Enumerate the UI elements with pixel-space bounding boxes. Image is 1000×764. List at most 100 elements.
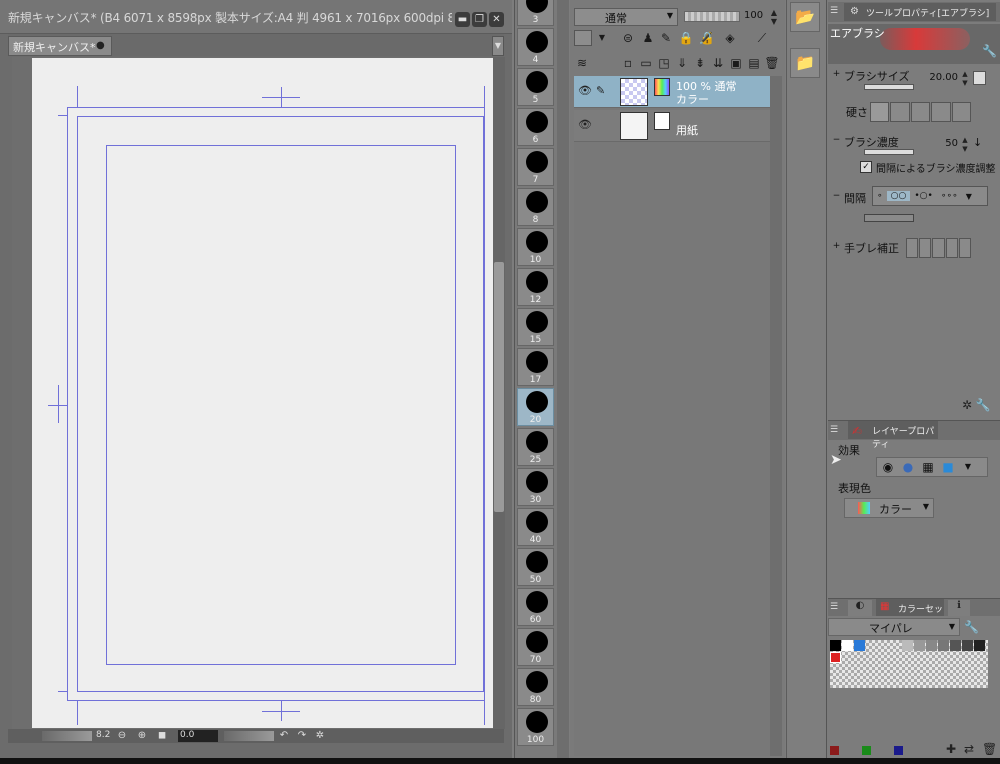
maximize-button[interactable]: ❐ xyxy=(472,12,487,27)
layer-row-color[interactable]: 👁 ✎ 100 % 通常 カラー xyxy=(574,76,770,108)
spacing-option-normal[interactable]: ○○ xyxy=(886,191,911,201)
brush-size-scrollbar[interactable] xyxy=(557,0,569,764)
brush-size-5[interactable]: 5 xyxy=(517,68,554,106)
eye-icon[interactable]: 👁 xyxy=(578,118,592,132)
delete-color-icon[interactable]: 🗑 xyxy=(982,742,997,756)
screen-tone-icon[interactable]: ▦ xyxy=(921,460,935,474)
swatch-black[interactable] xyxy=(830,640,841,651)
spacing-option-wide[interactable]: •○• xyxy=(910,191,936,201)
rotation-value[interactable]: 0.0 xyxy=(178,730,218,742)
swatch-white[interactable] xyxy=(842,640,853,651)
opacity-slider[interactable] xyxy=(684,11,740,22)
wrench-icon[interactable]: 🔧 xyxy=(976,398,991,412)
canvas-scroll-thumb[interactable] xyxy=(494,262,504,512)
tab-tool-property[interactable]: ツールプロパティ[エアブラシ] xyxy=(844,3,996,21)
collapse-icon[interactable]: − xyxy=(832,136,841,145)
brush-size-value[interactable]: 20.00 xyxy=(928,72,958,86)
transparent-color-indicator[interactable] xyxy=(894,746,903,755)
brush-size-60[interactable]: 60 xyxy=(517,588,554,626)
pressure-toggle[interactable] xyxy=(973,71,986,85)
spacing-slider[interactable] xyxy=(864,214,914,222)
new-vector-layer-icon[interactable]: ▭ xyxy=(638,55,654,71)
tab-info[interactable]: ℹ xyxy=(948,600,970,616)
brush-size-100[interactable]: 100 xyxy=(517,708,554,746)
brush-size-25[interactable]: 25 xyxy=(517,428,554,466)
layer-menu-icon[interactable]: ≋ xyxy=(574,55,590,71)
add-color-icon[interactable]: ✚ xyxy=(946,742,956,756)
blend-mode-select[interactable]: 通常 ▼ xyxy=(574,8,678,26)
swatch-gray-7[interactable] xyxy=(974,640,985,651)
transfer-down-icon[interactable]: ⇓ xyxy=(674,55,690,71)
swatch-red[interactable] xyxy=(830,652,841,663)
zoom-out-icon[interactable]: ⊖ xyxy=(116,730,128,742)
main-color-indicator[interactable] xyxy=(830,746,839,755)
tab-color-wheel[interactable]: ◐ xyxy=(848,600,872,616)
reset-rotation-icon[interactable]: ✲ xyxy=(314,730,326,742)
swatch-gray-6[interactable] xyxy=(962,640,973,651)
brush-size-80[interactable]: 80 xyxy=(517,668,554,706)
spacing-selector[interactable]: ∘ ○○ •○• ∘∘∘ ▼ xyxy=(872,186,988,206)
brush-size-8[interactable]: 8 xyxy=(517,188,554,226)
combine-layer-icon[interactable]: ⇊ xyxy=(710,55,726,71)
document-tab-close[interactable]: ● xyxy=(96,40,106,51)
color-swatch-grid[interactable] xyxy=(830,640,988,688)
swatch-gray-5[interactable] xyxy=(950,640,961,651)
brush-size-17[interactable]: 17 xyxy=(517,348,554,386)
density-stepper[interactable]: ▲ ▼ xyxy=(960,136,970,154)
ruler-display-icon[interactable]: ⟋ xyxy=(754,30,770,46)
draft-layer-icon[interactable]: ✎ xyxy=(658,30,674,46)
panel-menu-icon[interactable]: ☰ xyxy=(830,6,842,18)
merge-down-icon[interactable]: ⇟ xyxy=(692,55,708,71)
density-slider[interactable] xyxy=(864,149,914,155)
apply-mask-icon[interactable]: ▤ xyxy=(746,55,762,71)
mask-enable-icon[interactable]: ◈ xyxy=(722,30,738,46)
brush-size-6[interactable]: 6 xyxy=(517,108,554,146)
brush-size-12[interactable]: 12 xyxy=(517,268,554,306)
rotate-left-icon[interactable]: ↶ xyxy=(278,730,290,742)
folder-open-icon[interactable]: 📂 xyxy=(790,2,820,32)
layer-color-icon[interactable]: ■ xyxy=(941,460,955,474)
stabilization-selector[interactable] xyxy=(906,238,972,258)
brush-size-4[interactable]: 4 xyxy=(517,28,554,66)
swatch-gray-3[interactable] xyxy=(926,640,937,651)
panel-menu-icon[interactable]: ☰ xyxy=(830,602,842,614)
density-value[interactable]: 50 xyxy=(930,138,958,152)
brush-size-10[interactable]: 10 xyxy=(517,228,554,266)
color-swatch-icon[interactable] xyxy=(574,30,592,46)
reference-layer-icon[interactable]: ♟ xyxy=(640,30,656,46)
brush-size-slider[interactable] xyxy=(864,84,914,90)
hardness-selector[interactable] xyxy=(870,102,972,122)
fit-screen-icon[interactable]: ◼ xyxy=(156,730,168,742)
expand-icon[interactable]: + xyxy=(832,242,841,251)
brush-size-stepper[interactable]: ▲ ▼ xyxy=(960,70,970,88)
layer-mask-icon[interactable]: ▣ xyxy=(728,55,744,71)
rotate-right-icon[interactable]: ↷ xyxy=(296,730,308,742)
lock-layer-icon[interactable]: 🔒 xyxy=(678,30,694,46)
pressure-icon[interactable]: ↓ xyxy=(973,136,986,152)
collapse-icon[interactable]: − xyxy=(832,192,841,201)
new-raster-layer-icon[interactable]: ▫ xyxy=(620,55,636,71)
folder-import-icon[interactable]: 📁 xyxy=(790,48,820,78)
layer-row-paper[interactable]: 👁 用紙 xyxy=(574,110,770,142)
brush-size-70[interactable]: 70 xyxy=(517,628,554,666)
chevron-down-icon[interactable]: ▼ xyxy=(961,460,975,474)
replace-color-icon[interactable]: ⇄ xyxy=(964,742,974,756)
rotation-slider[interactable] xyxy=(224,731,274,741)
tone-effect-icon[interactable]: ● xyxy=(901,460,915,474)
delete-layer-icon[interactable]: 🗑 xyxy=(764,55,780,71)
chevron-down-icon[interactable]: ▼ xyxy=(594,30,610,46)
color-set-select[interactable]: マイパレ ▼ xyxy=(828,618,960,636)
wrench-icon[interactable]: 🔧 xyxy=(964,620,980,634)
layer-list-scrollbar[interactable] xyxy=(770,76,782,756)
tab-scroll-button[interactable]: ▼ xyxy=(492,36,504,56)
new-folder-icon[interactable]: ◳ xyxy=(656,55,672,71)
spacing-option-narrow[interactable]: ∘ xyxy=(873,191,887,201)
sub-color-indicator[interactable] xyxy=(862,746,871,755)
swatch-gray-4[interactable] xyxy=(938,640,949,651)
close-window-button[interactable]: ✕ xyxy=(489,12,504,27)
brush-size-15[interactable]: 15 xyxy=(517,308,554,346)
clip-layer-icon[interactable]: ⊜ xyxy=(620,30,636,46)
opacity-stepper[interactable]: ▲ ▼ xyxy=(768,8,780,26)
lock-transparency-icon[interactable]: 🔏 xyxy=(698,30,714,46)
brush-size-40[interactable]: 40 xyxy=(517,508,554,546)
